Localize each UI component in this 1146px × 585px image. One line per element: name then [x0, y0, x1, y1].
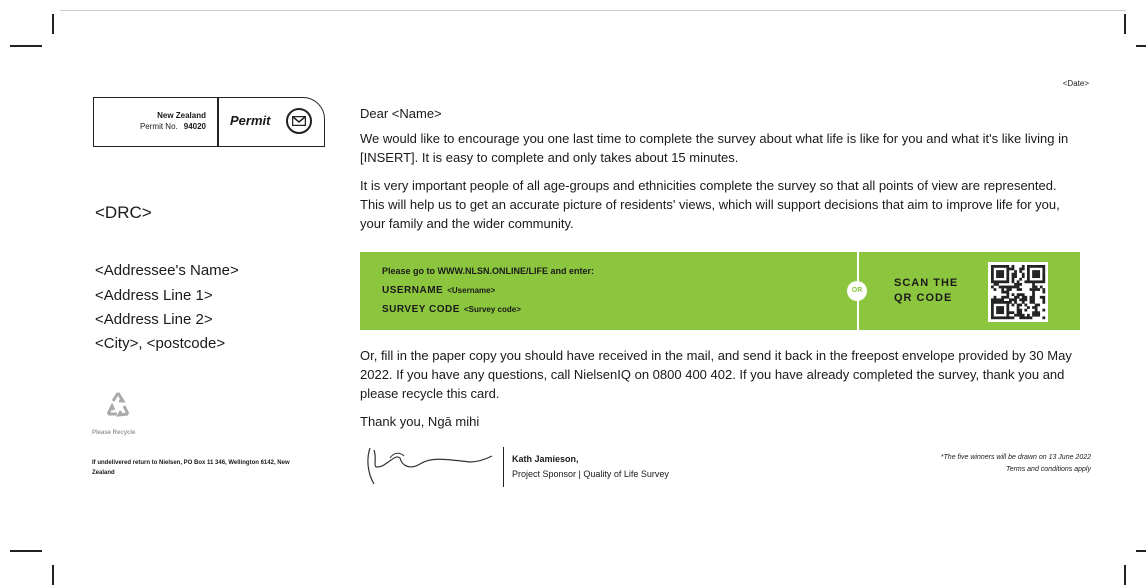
permit-divider [217, 98, 219, 146]
survey-access-banner: Please go to WWW.NLSN.ONLINE/LIFE and en… [360, 252, 1080, 330]
envelope-icon [286, 108, 312, 134]
survey-instruction: Please go to WWW.NLSN.ONLINE/LIFE and en… [382, 266, 595, 276]
username-line: USERNAME <Username> [382, 285, 496, 296]
prize-draw-note: *The five winners will be drawn on 13 Ju… [940, 454, 1091, 473]
paragraph-2: It is very important people of all age-g… [360, 178, 1060, 231]
address-line-1: <Address Line 1> [95, 287, 213, 304]
signatory-title: Project Sponsor | Quality of Life Survey [512, 469, 669, 479]
permit-label: Permit [230, 113, 271, 128]
crop-mark [52, 14, 54, 34]
survey-code-line: SURVEY CODE <Survey code> [382, 304, 521, 315]
greeting: Dear <Name> [360, 106, 442, 121]
address-city: <City>, <postcode> [95, 335, 226, 352]
crop-mark [1136, 550, 1146, 552]
permit-box: New Zealand Permit No. 94020 Permit [93, 97, 325, 147]
date-placeholder: <Date> [1062, 79, 1089, 88]
crop-mark [10, 45, 42, 47]
crop-mark [1136, 45, 1146, 47]
recycle-label: Please Recycle [92, 430, 136, 436]
return-address: If undelivered return to Nielsen, PO Box… [92, 460, 290, 476]
paragraph-3: Or, fill in the paper copy you should ha… [360, 348, 1072, 401]
addressee-name: <Addressee's Name> [95, 262, 239, 279]
crop-mark [52, 565, 54, 585]
drc-placeholder: <DRC> [95, 203, 152, 222]
signoff: Thank you, Ngā mihi [360, 414, 480, 429]
qr-code-icon [988, 262, 1048, 322]
permit-number: Permit No. 94020 [139, 122, 206, 131]
crop-mark [10, 550, 42, 552]
crop-mark [1124, 565, 1126, 585]
signatory-name: Kath Jamieson, [512, 454, 579, 464]
or-badge: OR [847, 281, 867, 301]
permit-country: New Zealand [157, 111, 206, 120]
address-line-2: <Address Line 2> [95, 311, 213, 328]
scan-qr-label: SCAN THE QR CODE [894, 277, 959, 304]
paragraph-1: We would like to encourage you one last … [360, 131, 1069, 165]
card-top-edge [60, 10, 1126, 11]
crop-mark [1124, 14, 1126, 34]
recycle-icon [103, 390, 133, 425]
signature-icon [360, 440, 500, 495]
signature-divider [503, 447, 504, 487]
